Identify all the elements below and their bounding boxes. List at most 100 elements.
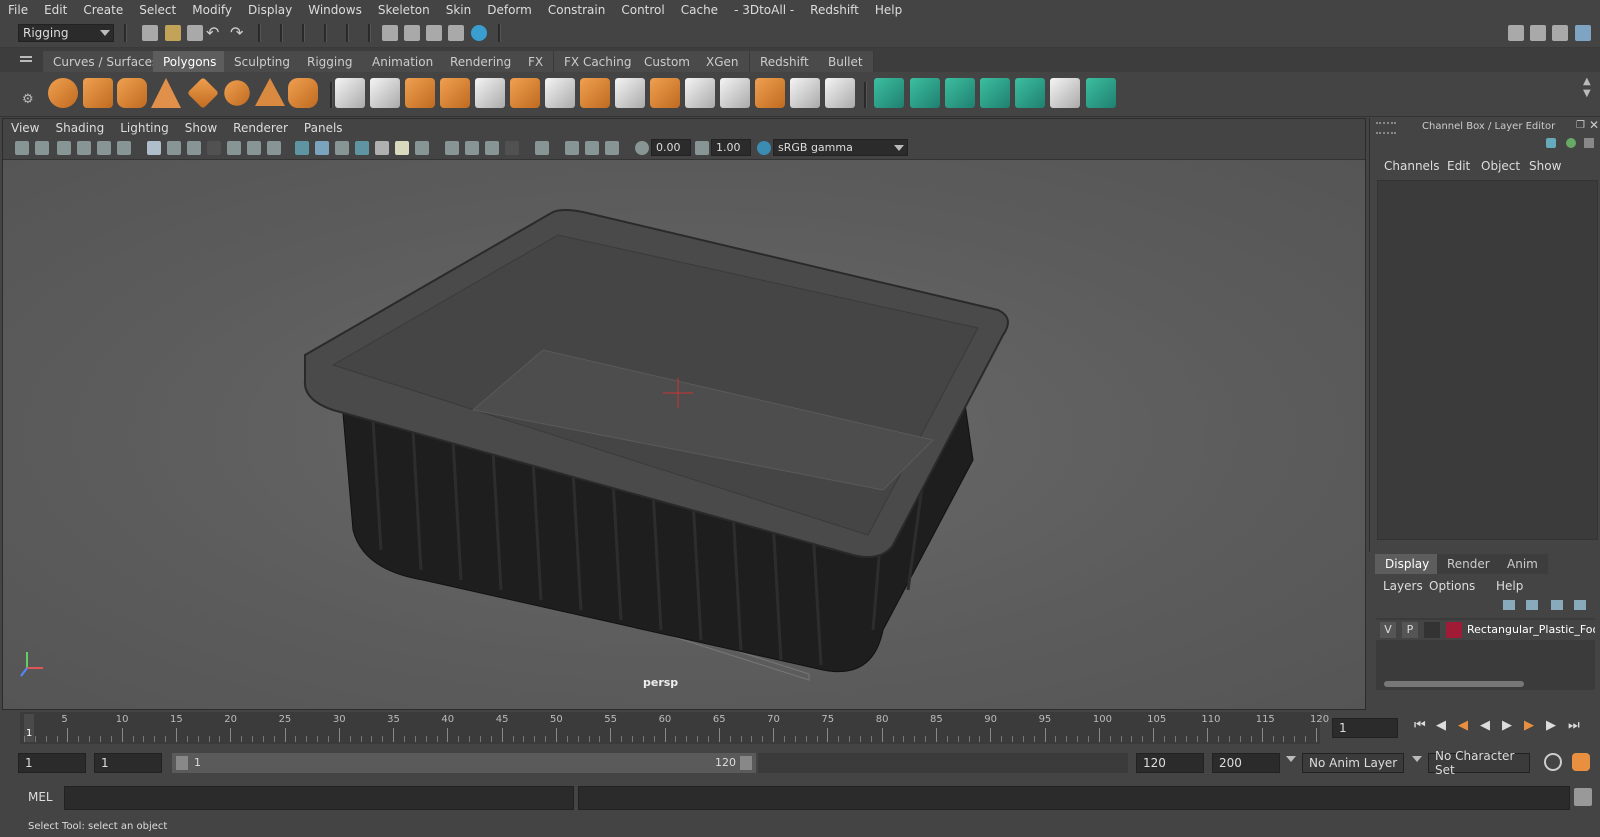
shelf-menu-icon[interactable] [20,56,32,58]
viewport-menu-shading[interactable]: Shading [47,121,112,135]
planar-map-icon[interactable] [910,78,940,108]
resolution-gate-icon[interactable] [187,141,201,155]
range-bar[interactable]: 1 120 [172,753,756,773]
uv-layout-icon[interactable] [1050,78,1080,108]
attribute-editor-icon[interactable] [1530,25,1546,41]
tab-custom[interactable]: Custom [634,51,701,72]
range-start-handle[interactable] [176,756,188,770]
modeling-toolkit-icon[interactable] [1508,25,1524,41]
command-language-label[interactable]: MEL [28,790,53,804]
layer-name[interactable]: Rectangular_Plastic_Foo [1467,623,1595,636]
scene-end-field[interactable]: 200 [1212,753,1280,773]
menu-skeleton[interactable]: Skeleton [370,3,438,17]
step-back-key-icon[interactable]: ◀ [1458,718,1468,733]
boolean-icon[interactable] [475,78,505,108]
playback-start-field[interactable]: 1 [94,753,162,773]
gamma-icon[interactable] [695,141,709,155]
motion-blur-icon[interactable] [465,141,479,155]
scene-start-field[interactable]: 1 [18,753,86,773]
character-set-dropdown[interactable]: No Character Set [1428,749,1530,777]
tab-anim-layers[interactable]: Anim [1497,554,1548,574]
poly-torus-icon[interactable] [224,80,250,106]
poly-cube-icon[interactable] [83,78,113,108]
fill-hole-icon[interactable] [825,78,855,108]
poly-pipe-icon[interactable] [288,78,318,108]
cylindrical-map-icon[interactable] [945,78,975,108]
chevron-down-icon[interactable] [1286,756,1296,762]
layer-color-swatch[interactable] [1446,622,1462,638]
menu-file[interactable]: File [0,3,36,17]
wireframe-on-shaded-icon[interactable] [355,141,369,155]
menu-help[interactable]: Help [867,3,910,17]
hypershade-icon[interactable] [471,25,487,41]
range-end-handle[interactable] [740,756,752,770]
tool-settings-icon[interactable] [1552,25,1568,41]
menu-create[interactable]: Create [75,3,131,17]
color-management-icon[interactable] [757,141,771,155]
isolate-select-icon[interactable] [535,141,549,155]
color-space-dropdown[interactable]: sRGB gamma [773,139,908,156]
current-frame-field[interactable]: 1 [1332,718,1398,738]
panel-grip-icon[interactable] [1376,122,1396,134]
tab-redshift[interactable]: Redshift [750,51,820,72]
channel-pin-icon[interactable] [1584,138,1594,148]
viewport-menu-view[interactable]: View [3,121,47,135]
safe-title-icon[interactable] [267,141,281,155]
image-plane-icon[interactable] [77,141,91,155]
channels-menu[interactable]: Channels [1384,159,1440,173]
undo-icon[interactable]: ↶ [206,23,219,42]
uv-cut-icon[interactable] [1086,78,1116,108]
viewport-menu-renderer[interactable]: Renderer [225,121,296,135]
field-chart-icon[interactable] [227,141,241,155]
menu-select[interactable]: Select [131,3,184,17]
tab-fx[interactable]: FX [518,51,555,72]
poly-sphere-icon[interactable] [48,78,78,108]
layers-help-menu[interactable]: Help [1496,579,1523,593]
layer-scrollbar[interactable] [1376,678,1595,690]
xray-active-icon[interactable] [585,141,599,155]
film-gate-icon[interactable] [167,141,181,155]
play-forwards-icon[interactable]: ▶ [1502,718,1512,733]
scrollbar-thumb[interactable] [1384,681,1524,687]
tab-animation[interactable]: Animation [362,51,445,72]
target-weld-icon[interactable] [650,78,680,108]
automatic-map-icon[interactable] [1015,78,1045,108]
tab-render-layers[interactable]: Render [1437,554,1500,574]
xray-joints-icon[interactable] [605,141,619,155]
anim-layer-dropdown[interactable]: No Anim Layer [1302,753,1404,773]
gate-mask-icon[interactable] [207,141,221,155]
channel-show-menu[interactable]: Show [1529,159,1561,173]
menu-windows[interactable]: Windows [300,3,370,17]
menu-deform[interactable]: Deform [479,3,540,17]
extrude-icon[interactable] [580,78,610,108]
smooth-icon[interactable] [440,78,470,108]
tab-xgen[interactable]: XGen [696,51,750,72]
menu-redshift[interactable]: Redshift [802,3,867,17]
menu-cache[interactable]: Cache [673,3,726,17]
combine-icon[interactable] [335,78,365,108]
tab-display-layers[interactable]: Display [1375,554,1440,574]
menu-modify[interactable]: Modify [184,3,240,17]
auto-key-icon[interactable] [1544,753,1562,771]
layer-playback-toggle[interactable]: P [1402,622,1418,638]
tab-fx-caching[interactable]: FX Caching [554,51,643,72]
time-ruler[interactable]: 1 5 10 15 20 25 30 35 40 45 50 55 60 65 70 75 80 85 90 95 1… [20,712,1329,744]
viewport-menu-show[interactable]: Show [177,121,225,135]
close-icon[interactable]: ✕ [1589,118,1599,132]
shadows-icon[interactable] [415,141,429,155]
default-material-icon[interactable] [335,141,349,155]
smooth-shade-icon[interactable] [315,141,329,155]
new-layer-selected-icon[interactable] [1574,600,1586,610]
multi-cut-icon[interactable] [615,78,645,108]
layer-row[interactable]: V P Rectangular_Plastic_Foo [1376,620,1595,640]
poly-plane-icon[interactable] [187,77,219,109]
gamma-field[interactable]: 1.00 [711,139,751,156]
step-back-frame-icon[interactable]: ◀ [1436,718,1446,733]
exposure-icon[interactable] [635,141,649,155]
uv-editor-icon[interactable] [874,78,904,108]
channel-display-icon[interactable] [1546,138,1556,148]
bookmark-icon[interactable] [57,141,71,155]
safe-action-icon[interactable] [247,141,261,155]
go-to-end-icon[interactable]: ⏭ [1568,718,1580,733]
poly-pyramid-icon[interactable] [255,78,285,106]
